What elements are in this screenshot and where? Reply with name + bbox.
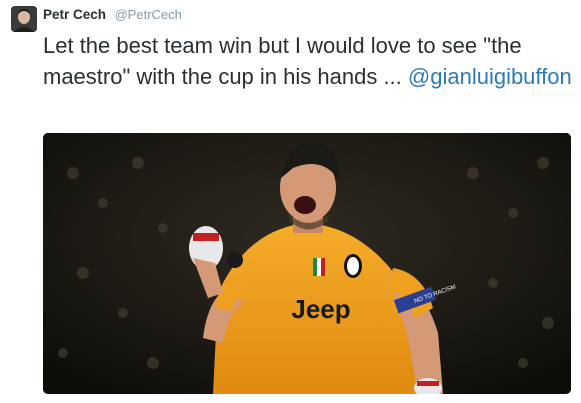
avatar-image [11,6,37,32]
mention-link[interactable]: @gianluigibuffon [408,64,572,89]
tweet-header: Petr Cech @PetrCech [43,6,182,24]
tweet-media-photo[interactable]: Jeep NO TO RACISM [43,133,571,394]
author-handle[interactable]: @PetrCech [114,7,181,22]
tweet-text: Let the best team win but I would love t… [43,30,573,92]
author-display-name[interactable]: Petr Cech [43,7,106,22]
tweet-card: Petr Cech @PetrCech Let the best team wi… [0,0,581,403]
jersey-sponsor-text: Jeep [291,294,350,324]
author-avatar[interactable] [11,6,37,32]
goalkeeper-celebration-photo: Jeep NO TO RACISM [43,133,571,394]
